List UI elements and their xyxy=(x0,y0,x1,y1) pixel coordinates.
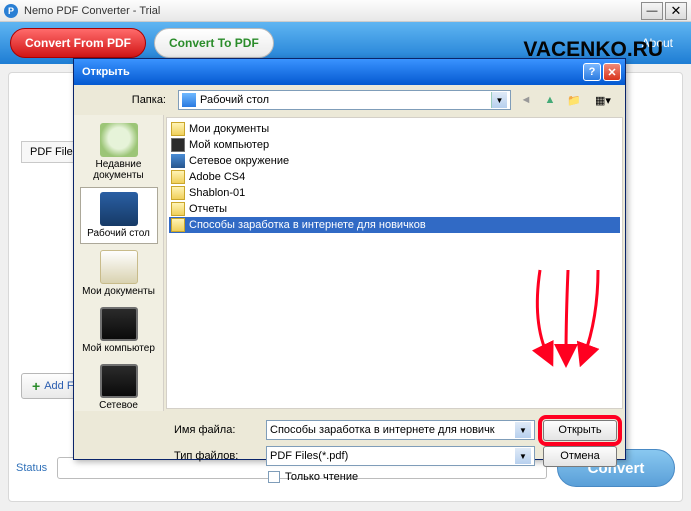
readonly-label: Только чтение xyxy=(285,471,358,483)
file-item[interactable]: Способы заработка в интернете для новичк… xyxy=(169,217,620,233)
back-icon[interactable]: ◄ xyxy=(517,91,535,109)
chevron-down-icon: ▼ xyxy=(491,92,507,108)
app-icon: P xyxy=(4,4,18,18)
file-item[interactable]: Мои документы xyxy=(169,121,620,137)
place-label: Сетевое xyxy=(82,400,156,411)
cancel-button[interactable]: Отмена xyxy=(543,446,617,467)
file-name: Отчеты xyxy=(189,203,227,215)
dialog-main: Недавние документы Рабочий стол Мои доку… xyxy=(74,115,625,411)
dialog-titlebar[interactable]: Открыть ? ✕ xyxy=(74,59,625,85)
filename-value: Способы заработка в интернете для новичк xyxy=(270,424,495,436)
place-documents[interactable]: Мои документы xyxy=(80,246,158,301)
desktop-icon xyxy=(182,93,196,107)
up-icon[interactable]: ▲ xyxy=(541,91,559,109)
status-label: Status xyxy=(16,462,47,474)
place-label: Мои документы xyxy=(82,286,156,297)
chevron-down-icon: ▼ xyxy=(515,448,531,464)
filetype-label: Тип файлов: xyxy=(82,450,258,462)
file-list[interactable]: Мои документы Мой компьютер Сетевое окруже… xyxy=(166,117,623,409)
place-recent[interactable]: Недавние документы xyxy=(80,119,158,185)
file-item[interactable]: Shablon-01 xyxy=(169,185,620,201)
file-name: Мой компьютер xyxy=(189,139,269,151)
folder-icon xyxy=(171,138,185,152)
close-button[interactable]: ✕ xyxy=(665,2,687,20)
desktop-place-icon xyxy=(100,192,138,226)
network-icon xyxy=(100,364,138,398)
minimize-button[interactable]: — xyxy=(641,2,663,20)
file-name: Shablon-01 xyxy=(189,187,245,199)
dialog-help-button[interactable]: ? xyxy=(583,63,601,81)
folder-icon xyxy=(171,170,185,184)
app-titlebar: P Nemo PDF Converter - Trial — ✕ xyxy=(0,0,691,22)
file-name: Способы заработка в интернете для новичк… xyxy=(189,219,426,231)
new-folder-icon[interactable]: 📁 xyxy=(565,91,583,109)
file-name: Мои документы xyxy=(189,123,269,135)
folder-icon xyxy=(171,154,185,168)
dialog-close-button[interactable]: ✕ xyxy=(603,63,621,81)
file-name: Adobe CS4 xyxy=(189,171,245,183)
convert-from-pdf-button[interactable]: Convert From PDF xyxy=(10,28,146,58)
folder-icon xyxy=(171,122,185,136)
folder-selected-text: Рабочий стол xyxy=(200,94,269,106)
filename-input[interactable]: Способы заработка в интернете для новичк… xyxy=(266,420,535,440)
folder-icon xyxy=(171,218,185,232)
dialog-bottom: Имя файла: Способы заработка в интернете… xyxy=(74,411,625,489)
place-label: Мой компьютер xyxy=(82,343,156,354)
app-title: Nemo PDF Converter - Trial xyxy=(24,5,639,17)
open-button[interactable]: Открыть xyxy=(543,420,617,441)
file-item[interactable]: Мой компьютер xyxy=(169,137,620,153)
file-name: Сетевое окружение xyxy=(189,155,289,167)
place-label: Недавние документы xyxy=(82,159,156,181)
dialog-folder-row: Папка: Рабочий стол ▼ ◄ ▲ 📁 ▦▾ xyxy=(74,85,625,115)
place-desktop[interactable]: Рабочий стол xyxy=(80,187,158,244)
filetype-value: PDF Files(*.pdf) xyxy=(270,450,348,462)
view-menu-icon[interactable]: ▦▾ xyxy=(589,91,617,109)
place-network[interactable]: Сетевое xyxy=(80,360,158,411)
about-link[interactable]: About xyxy=(642,36,673,50)
computer-icon xyxy=(100,307,138,341)
documents-icon xyxy=(100,250,138,284)
folder-label: Папка: xyxy=(82,94,172,106)
filetype-dropdown[interactable]: PDF Files(*.pdf) ▼ xyxy=(266,446,535,466)
convert-to-pdf-button[interactable]: Convert To PDF xyxy=(154,28,274,58)
place-computer[interactable]: Мой компьютер xyxy=(80,303,158,358)
filename-label: Имя файла: xyxy=(82,424,258,436)
readonly-row: Только чтение xyxy=(82,471,617,483)
folder-icon xyxy=(171,186,185,200)
open-dialog: Открыть ? ✕ Папка: Рабочий стол ▼ ◄ ▲ 📁 … xyxy=(73,58,626,460)
file-item[interactable]: Adobe CS4 xyxy=(169,169,620,185)
place-label: Рабочий стол xyxy=(83,228,155,239)
readonly-checkbox[interactable] xyxy=(268,471,280,483)
file-item[interactable]: Сетевое окружение xyxy=(169,153,620,169)
plus-icon: + xyxy=(32,378,40,394)
folder-icon xyxy=(171,202,185,216)
places-bar: Недавние документы Рабочий стол Мои доку… xyxy=(74,115,164,411)
chevron-down-icon: ▼ xyxy=(515,422,531,438)
file-item[interactable]: Отчеты xyxy=(169,201,620,217)
dialog-title: Открыть xyxy=(78,66,581,78)
folder-dropdown[interactable]: Рабочий стол ▼ xyxy=(178,90,511,110)
recent-icon xyxy=(100,123,138,157)
